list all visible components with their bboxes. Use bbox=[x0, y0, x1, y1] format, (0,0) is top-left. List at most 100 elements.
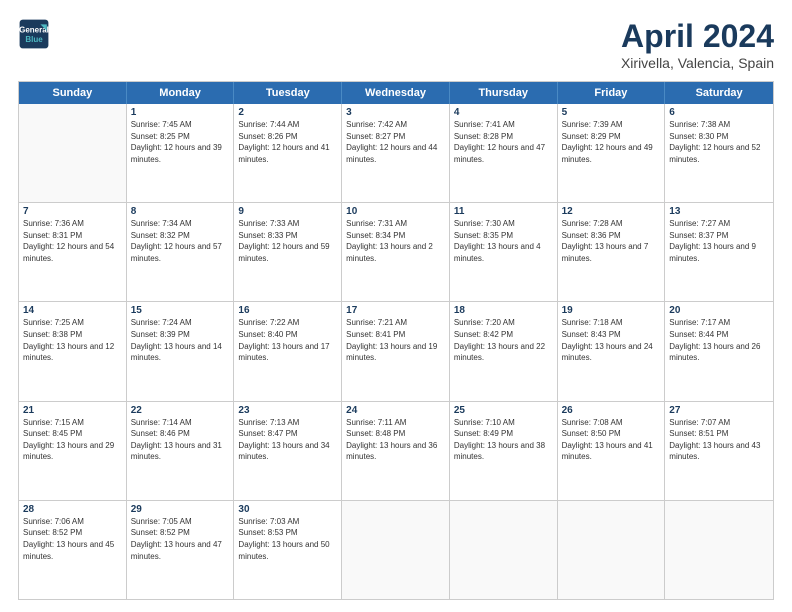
day-number: 27 bbox=[669, 405, 769, 416]
sun-info: Sunrise: 7:10 AMSunset: 8:49 PMDaylight:… bbox=[454, 417, 553, 463]
sun-info: Sunrise: 7:45 AMSunset: 8:25 PMDaylight:… bbox=[131, 119, 230, 165]
sun-info: Sunrise: 7:15 AMSunset: 8:45 PMDaylight:… bbox=[23, 417, 122, 463]
page: General Blue April 2024 Xirivella, Valen… bbox=[0, 0, 792, 612]
day-number: 20 bbox=[669, 305, 769, 316]
day-number: 18 bbox=[454, 305, 553, 316]
day-number: 11 bbox=[454, 206, 553, 217]
day-number: 5 bbox=[562, 107, 661, 118]
calendar-cell: 15Sunrise: 7:24 AMSunset: 8:39 PMDayligh… bbox=[127, 302, 235, 400]
svg-text:Blue: Blue bbox=[25, 35, 43, 44]
day-number: 13 bbox=[669, 206, 769, 217]
day-number: 26 bbox=[562, 405, 661, 416]
sun-info: Sunrise: 7:07 AMSunset: 8:51 PMDaylight:… bbox=[669, 417, 769, 463]
main-title: April 2024 bbox=[621, 18, 774, 55]
sun-info: Sunrise: 7:22 AMSunset: 8:40 PMDaylight:… bbox=[238, 317, 337, 363]
sun-info: Sunrise: 7:28 AMSunset: 8:36 PMDaylight:… bbox=[562, 218, 661, 264]
day-of-week-header: Saturday bbox=[665, 82, 773, 104]
calendar-cell bbox=[19, 104, 127, 202]
calendar-cell: 11Sunrise: 7:30 AMSunset: 8:35 PMDayligh… bbox=[450, 203, 558, 301]
sun-info: Sunrise: 7:20 AMSunset: 8:42 PMDaylight:… bbox=[454, 317, 553, 363]
day-number: 23 bbox=[238, 405, 337, 416]
calendar-cell: 8Sunrise: 7:34 AMSunset: 8:32 PMDaylight… bbox=[127, 203, 235, 301]
calendar-cell: 27Sunrise: 7:07 AMSunset: 8:51 PMDayligh… bbox=[665, 402, 773, 500]
day-number: 10 bbox=[346, 206, 445, 217]
calendar-cell bbox=[342, 501, 450, 599]
calendar-cell: 13Sunrise: 7:27 AMSunset: 8:37 PMDayligh… bbox=[665, 203, 773, 301]
title-section: April 2024 Xirivella, Valencia, Spain bbox=[621, 18, 774, 71]
sun-info: Sunrise: 7:21 AMSunset: 8:41 PMDaylight:… bbox=[346, 317, 445, 363]
day-of-week-header: Friday bbox=[558, 82, 666, 104]
sun-info: Sunrise: 7:08 AMSunset: 8:50 PMDaylight:… bbox=[562, 417, 661, 463]
calendar-body: 1Sunrise: 7:45 AMSunset: 8:25 PMDaylight… bbox=[19, 104, 773, 599]
calendar-cell: 28Sunrise: 7:06 AMSunset: 8:52 PMDayligh… bbox=[19, 501, 127, 599]
calendar-cell: 25Sunrise: 7:10 AMSunset: 8:49 PMDayligh… bbox=[450, 402, 558, 500]
day-number: 24 bbox=[346, 405, 445, 416]
calendar-cell: 20Sunrise: 7:17 AMSunset: 8:44 PMDayligh… bbox=[665, 302, 773, 400]
calendar-cell: 18Sunrise: 7:20 AMSunset: 8:42 PMDayligh… bbox=[450, 302, 558, 400]
calendar-cell: 29Sunrise: 7:05 AMSunset: 8:52 PMDayligh… bbox=[127, 501, 235, 599]
day-number: 6 bbox=[669, 107, 769, 118]
calendar-row: 21Sunrise: 7:15 AMSunset: 8:45 PMDayligh… bbox=[19, 402, 773, 501]
sun-info: Sunrise: 7:44 AMSunset: 8:26 PMDaylight:… bbox=[238, 119, 337, 165]
day-number: 21 bbox=[23, 405, 122, 416]
day-number: 4 bbox=[454, 107, 553, 118]
day-number: 8 bbox=[131, 206, 230, 217]
calendar-cell: 23Sunrise: 7:13 AMSunset: 8:47 PMDayligh… bbox=[234, 402, 342, 500]
day-of-week-header: Monday bbox=[127, 82, 235, 104]
calendar-cell: 26Sunrise: 7:08 AMSunset: 8:50 PMDayligh… bbox=[558, 402, 666, 500]
calendar-cell: 16Sunrise: 7:22 AMSunset: 8:40 PMDayligh… bbox=[234, 302, 342, 400]
calendar-header: SundayMondayTuesdayWednesdayThursdayFrid… bbox=[19, 82, 773, 104]
sun-info: Sunrise: 7:34 AMSunset: 8:32 PMDaylight:… bbox=[131, 218, 230, 264]
calendar-row: 28Sunrise: 7:06 AMSunset: 8:52 PMDayligh… bbox=[19, 501, 773, 599]
calendar-cell: 2Sunrise: 7:44 AMSunset: 8:26 PMDaylight… bbox=[234, 104, 342, 202]
sun-info: Sunrise: 7:41 AMSunset: 8:28 PMDaylight:… bbox=[454, 119, 553, 165]
sun-info: Sunrise: 7:36 AMSunset: 8:31 PMDaylight:… bbox=[23, 218, 122, 264]
logo-icon: General Blue bbox=[18, 18, 50, 50]
calendar-cell: 22Sunrise: 7:14 AMSunset: 8:46 PMDayligh… bbox=[127, 402, 235, 500]
calendar-cell: 9Sunrise: 7:33 AMSunset: 8:33 PMDaylight… bbox=[234, 203, 342, 301]
day-number: 15 bbox=[131, 305, 230, 316]
day-of-week-header: Wednesday bbox=[342, 82, 450, 104]
day-number: 22 bbox=[131, 405, 230, 416]
sun-info: Sunrise: 7:18 AMSunset: 8:43 PMDaylight:… bbox=[562, 317, 661, 363]
day-number: 19 bbox=[562, 305, 661, 316]
sun-info: Sunrise: 7:14 AMSunset: 8:46 PMDaylight:… bbox=[131, 417, 230, 463]
sun-info: Sunrise: 7:24 AMSunset: 8:39 PMDaylight:… bbox=[131, 317, 230, 363]
header: General Blue April 2024 Xirivella, Valen… bbox=[18, 18, 774, 71]
calendar: SundayMondayTuesdayWednesdayThursdayFrid… bbox=[18, 81, 774, 600]
sun-info: Sunrise: 7:39 AMSunset: 8:29 PMDaylight:… bbox=[562, 119, 661, 165]
sun-info: Sunrise: 7:13 AMSunset: 8:47 PMDaylight:… bbox=[238, 417, 337, 463]
day-number: 9 bbox=[238, 206, 337, 217]
sun-info: Sunrise: 7:25 AMSunset: 8:38 PMDaylight:… bbox=[23, 317, 122, 363]
sun-info: Sunrise: 7:27 AMSunset: 8:37 PMDaylight:… bbox=[669, 218, 769, 264]
calendar-cell: 21Sunrise: 7:15 AMSunset: 8:45 PMDayligh… bbox=[19, 402, 127, 500]
calendar-cell: 30Sunrise: 7:03 AMSunset: 8:53 PMDayligh… bbox=[234, 501, 342, 599]
subtitle: Xirivella, Valencia, Spain bbox=[621, 55, 774, 71]
day-number: 16 bbox=[238, 305, 337, 316]
sun-info: Sunrise: 7:42 AMSunset: 8:27 PMDaylight:… bbox=[346, 119, 445, 165]
day-of-week-header: Thursday bbox=[450, 82, 558, 104]
day-number: 28 bbox=[23, 504, 122, 515]
calendar-cell: 14Sunrise: 7:25 AMSunset: 8:38 PMDayligh… bbox=[19, 302, 127, 400]
day-number: 29 bbox=[131, 504, 230, 515]
sun-info: Sunrise: 7:17 AMSunset: 8:44 PMDaylight:… bbox=[669, 317, 769, 363]
sun-info: Sunrise: 7:30 AMSunset: 8:35 PMDaylight:… bbox=[454, 218, 553, 264]
calendar-cell: 1Sunrise: 7:45 AMSunset: 8:25 PMDaylight… bbox=[127, 104, 235, 202]
sun-info: Sunrise: 7:05 AMSunset: 8:52 PMDaylight:… bbox=[131, 516, 230, 562]
calendar-row: 14Sunrise: 7:25 AMSunset: 8:38 PMDayligh… bbox=[19, 302, 773, 401]
calendar-cell: 10Sunrise: 7:31 AMSunset: 8:34 PMDayligh… bbox=[342, 203, 450, 301]
day-number: 3 bbox=[346, 107, 445, 118]
sun-info: Sunrise: 7:33 AMSunset: 8:33 PMDaylight:… bbox=[238, 218, 337, 264]
calendar-cell: 24Sunrise: 7:11 AMSunset: 8:48 PMDayligh… bbox=[342, 402, 450, 500]
calendar-row: 1Sunrise: 7:45 AMSunset: 8:25 PMDaylight… bbox=[19, 104, 773, 203]
day-number: 30 bbox=[238, 504, 337, 515]
day-of-week-header: Sunday bbox=[19, 82, 127, 104]
calendar-row: 7Sunrise: 7:36 AMSunset: 8:31 PMDaylight… bbox=[19, 203, 773, 302]
sun-info: Sunrise: 7:38 AMSunset: 8:30 PMDaylight:… bbox=[669, 119, 769, 165]
sun-info: Sunrise: 7:06 AMSunset: 8:52 PMDaylight:… bbox=[23, 516, 122, 562]
calendar-cell: 6Sunrise: 7:38 AMSunset: 8:30 PMDaylight… bbox=[665, 104, 773, 202]
day-number: 17 bbox=[346, 305, 445, 316]
calendar-cell bbox=[665, 501, 773, 599]
calendar-cell: 19Sunrise: 7:18 AMSunset: 8:43 PMDayligh… bbox=[558, 302, 666, 400]
calendar-cell: 3Sunrise: 7:42 AMSunset: 8:27 PMDaylight… bbox=[342, 104, 450, 202]
